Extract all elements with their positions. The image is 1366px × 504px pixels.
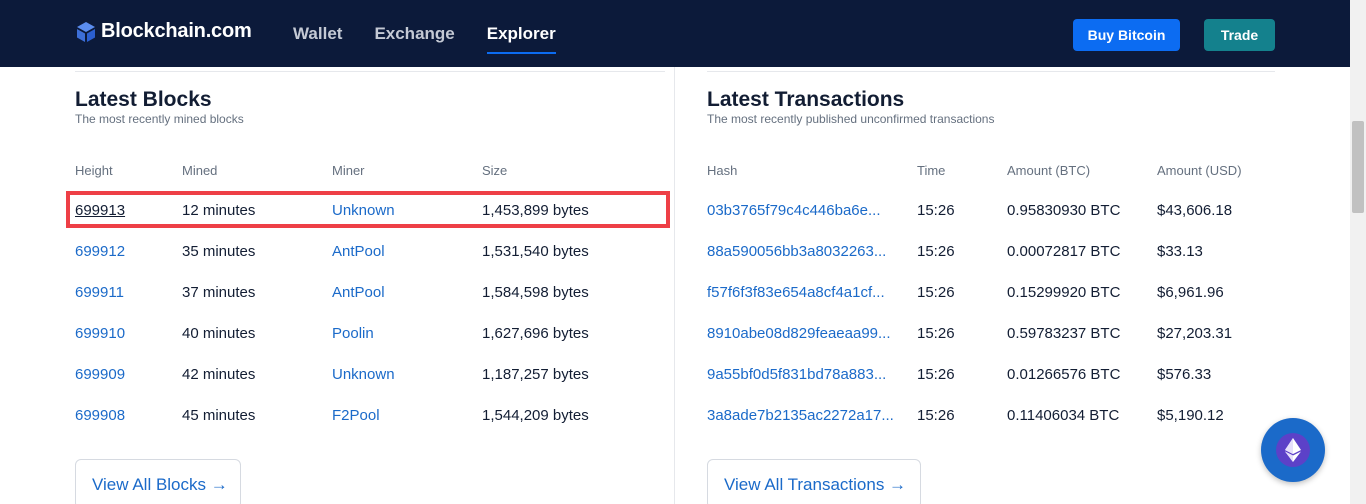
- ethereum-badge: [1276, 433, 1310, 467]
- tx-time: 15:26: [917, 243, 955, 260]
- trade-button[interactable]: Trade: [1204, 19, 1275, 51]
- tx-amount-usd: $33.13: [1157, 243, 1203, 260]
- tx-time: 15:26: [917, 325, 955, 342]
- tx-amount-usd: $5,190.12: [1157, 407, 1224, 424]
- nav-explorer[interactable]: Explorer: [486, 0, 556, 67]
- view-all-transactions-button[interactable]: View All Transactions →: [707, 459, 921, 504]
- nav-exchange[interactable]: Exchange: [374, 0, 454, 67]
- tx-amount-usd: $6,961.96: [1157, 284, 1224, 301]
- tx-amount-btc: 0.01266576 BTC: [1007, 366, 1121, 383]
- divider-line: [707, 71, 1275, 72]
- block-size: 1,544,209 bytes: [482, 407, 589, 424]
- blockchain-logo[interactable]: Blockchain.com: [75, 20, 252, 43]
- tx-amount-btc: 0.59783237 BTC: [1007, 325, 1121, 342]
- col-amount-btc: Amount (BTC): [1007, 163, 1091, 178]
- col-miner: Miner: [332, 163, 365, 178]
- block-mined: 40 minutes: [182, 325, 256, 342]
- col-mined: Mined: [182, 163, 218, 178]
- tx-time: 15:26: [917, 366, 955, 383]
- divider-line: [75, 71, 665, 72]
- tx-amount-usd: $27,203.31: [1157, 325, 1233, 342]
- block-miner-link[interactable]: AntPool: [332, 243, 385, 260]
- tx-hash-link[interactable]: 3a8ade7b2135ac2272a17...: [707, 407, 894, 424]
- logo-text: Blockchain.com: [101, 20, 252, 42]
- top-header: Blockchain.com Wallet Exchange Explorer …: [0, 0, 1350, 67]
- tx-hash-link[interactable]: 88a590056bb3a8032263...: [707, 243, 886, 260]
- page-scrollbar[interactable]: [1350, 0, 1366, 504]
- block-miner-link[interactable]: AntPool: [332, 284, 385, 301]
- tx-hash-link[interactable]: 9a55bf0d5f831bd78a883...: [707, 366, 886, 383]
- tx-time: 15:26: [917, 284, 955, 301]
- tx-time: 15:26: [917, 202, 955, 219]
- block-height-link[interactable]: 699908: [75, 407, 125, 424]
- block-height-link[interactable]: 699912: [75, 243, 125, 260]
- nav-wallet[interactable]: Wallet: [293, 0, 342, 67]
- block-height-link[interactable]: 699911: [75, 284, 124, 301]
- blocks-subtitle: The most recently mined blocks: [75, 112, 244, 126]
- tx-amount-btc: 0.11406034 BTC: [1007, 407, 1120, 424]
- block-height-link[interactable]: 699910: [75, 325, 125, 342]
- block-miner-link[interactable]: F2Pool: [332, 407, 380, 424]
- tx-amount-usd: $576.33: [1157, 366, 1212, 383]
- tx-hash-link[interactable]: f57f6f3f83e654a8cf4a1cf...: [707, 284, 885, 301]
- col-height: Height: [75, 163, 113, 178]
- block-mined: 42 minutes: [182, 366, 256, 383]
- block-mined: 37 minutes: [182, 284, 256, 301]
- tx-amount-usd: $43,606.18: [1157, 202, 1233, 219]
- blockchain-cube-icon: [75, 21, 97, 43]
- block-miner-link[interactable]: Poolin: [332, 325, 374, 342]
- block-mined: 45 minutes: [182, 407, 256, 424]
- tx-amount-btc: 0.95830930 BTC: [1007, 202, 1121, 219]
- ethereum-fab-button[interactable]: [1261, 418, 1325, 482]
- col-time: Time: [917, 163, 946, 178]
- tx-hash-link[interactable]: 03b3765f79c4c446ba6e...: [707, 202, 881, 219]
- block-size: 1,187,257 bytes: [482, 366, 589, 383]
- view-all-blocks-button[interactable]: View All Blocks →: [75, 459, 241, 504]
- col-hash: Hash: [707, 163, 738, 178]
- transactions-subtitle: The most recently published unconfirmed …: [707, 112, 995, 126]
- col-amount-usd: Amount (USD): [1157, 163, 1242, 178]
- tx-amount-btc: 0.15299920 BTC: [1007, 284, 1121, 301]
- blocks-title: Latest Blocks: [75, 88, 212, 111]
- tx-time: 15:26: [917, 407, 955, 424]
- block-size: 1,584,598 bytes: [482, 284, 589, 301]
- panel-divider: [674, 67, 675, 504]
- transactions-title: Latest Transactions: [707, 88, 905, 111]
- buy-bitcoin-button[interactable]: Buy Bitcoin: [1073, 19, 1180, 51]
- scrollbar-thumb[interactable]: [1352, 121, 1364, 213]
- block-size: 1,531,540 bytes: [482, 243, 589, 260]
- ethereum-icon: [1285, 438, 1301, 462]
- tx-amount-btc: 0.00072817 BTC: [1007, 243, 1121, 260]
- tx-hash-link[interactable]: 8910abe08d829feaeaa99...: [707, 325, 891, 342]
- col-size: Size: [482, 163, 508, 178]
- block-miner-link[interactable]: Unknown: [332, 366, 395, 383]
- block-height-link[interactable]: 699909: [75, 366, 125, 383]
- block-size: 1,627,696 bytes: [482, 325, 589, 342]
- highlight-box: [66, 191, 670, 228]
- block-mined: 35 minutes: [182, 243, 256, 260]
- main-nav: Wallet Exchange Explorer: [293, 0, 588, 67]
